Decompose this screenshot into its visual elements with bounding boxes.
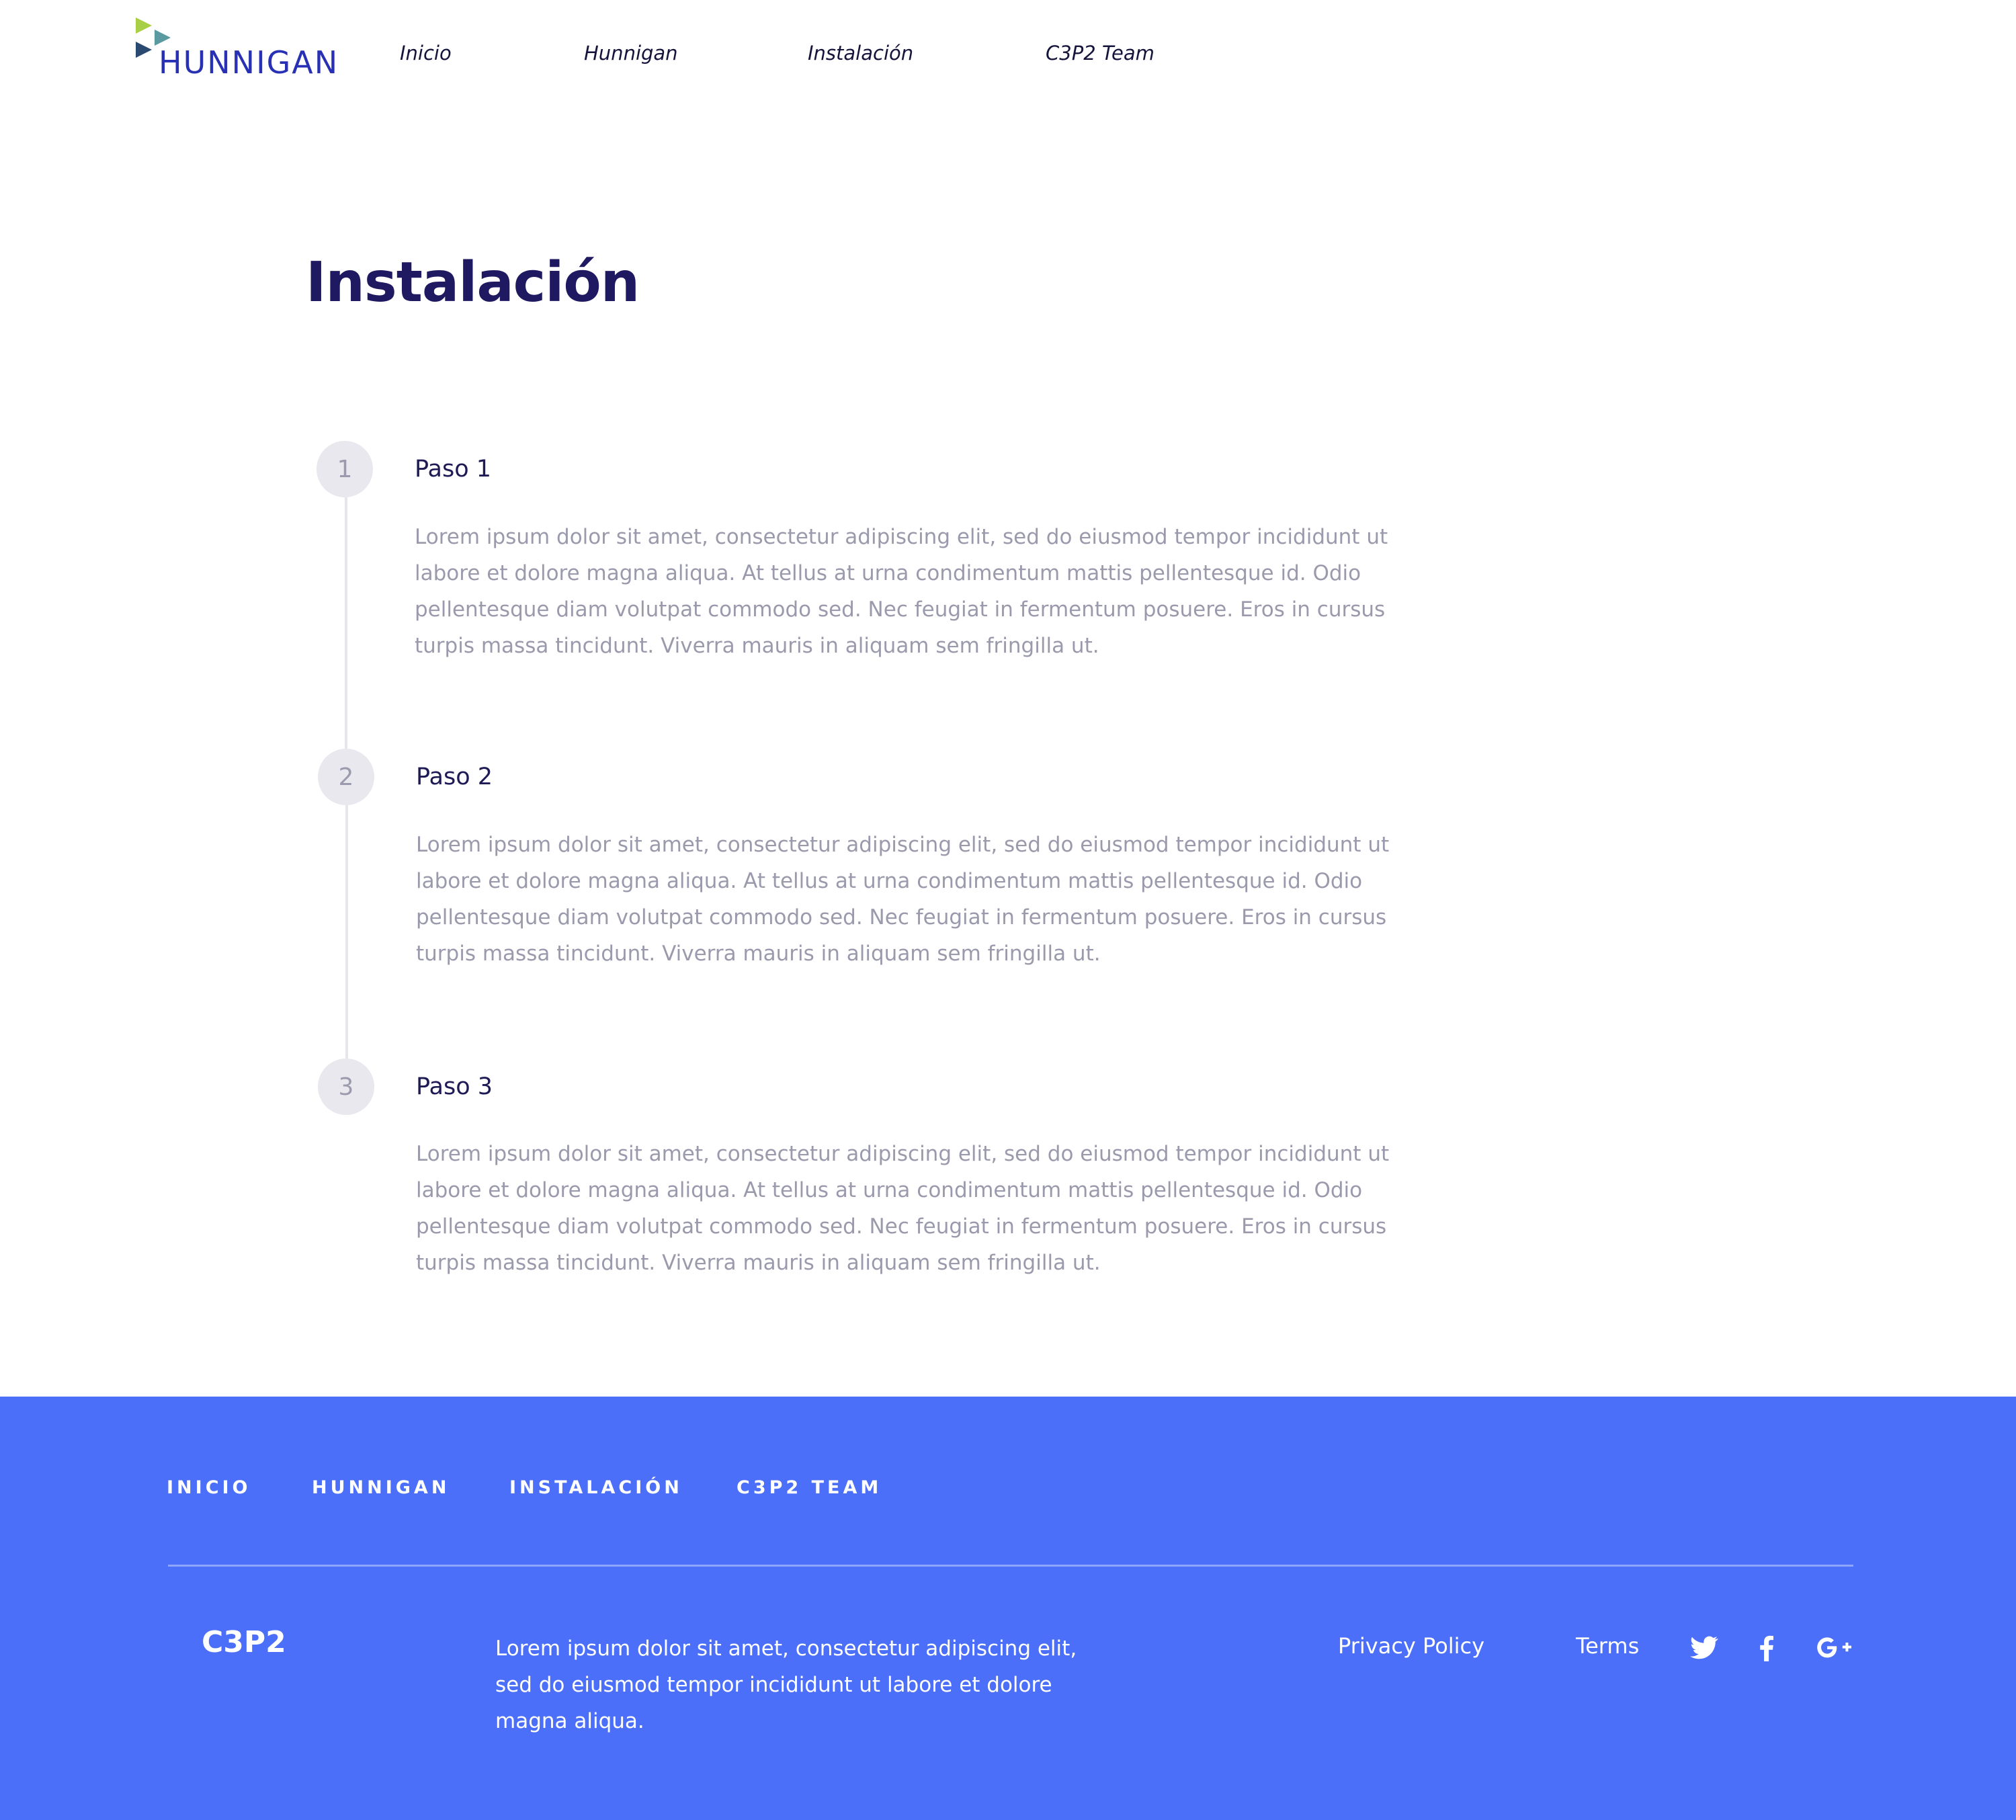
terms-link[interactable]: Terms bbox=[1576, 1633, 1639, 1659]
nav-link-inicio[interactable]: Inicio bbox=[400, 42, 452, 65]
step-number-badge: 1 bbox=[317, 441, 373, 497]
site-footer: INICIO HUNNIGAN INSTALACIÓN C3P2 TEAM C3… bbox=[0, 1397, 2016, 1820]
step-title: Paso 1 bbox=[415, 456, 492, 483]
step-number-badge: 3 bbox=[318, 1059, 374, 1115]
twitter-icon[interactable] bbox=[1687, 1630, 1720, 1664]
footer-link-inicio[interactable]: INICIO bbox=[167, 1477, 251, 1498]
site-header: HUNNIGAN Inicio Hunnigan Instalación C3P… bbox=[0, 0, 2016, 114]
step-number-badge: 2 bbox=[318, 749, 374, 805]
nav-link-hunnigan[interactable]: Hunnigan bbox=[584, 42, 678, 65]
nav-link-instalacion[interactable]: Instalación bbox=[808, 42, 913, 65]
privacy-policy-link[interactable]: Privacy Policy bbox=[1338, 1633, 1484, 1659]
footer-link-hunnigan[interactable]: HUNNIGAN bbox=[312, 1477, 450, 1498]
step-description: Lorem ipsum dolor sit amet, consectetur … bbox=[416, 1142, 1390, 1275]
timeline-line bbox=[345, 805, 348, 1061]
step-description: Lorem ipsum dolor sit amet, consectetur … bbox=[416, 833, 1390, 966]
step-title: Paso 2 bbox=[416, 763, 493, 790]
google-plus-icon[interactable] bbox=[1814, 1630, 1855, 1664]
footer-description: Lorem ipsum dolor sit amet, consectetur … bbox=[495, 1637, 1077, 1733]
facebook-icon[interactable] bbox=[1750, 1630, 1783, 1664]
footer-divider bbox=[168, 1565, 1853, 1567]
footer-link-c3p2-team[interactable]: C3P2 TEAM bbox=[737, 1477, 882, 1498]
page-title: Instalación bbox=[306, 251, 640, 315]
logo-text: HUNNIGAN bbox=[159, 44, 339, 81]
step-title: Paso 3 bbox=[416, 1073, 493, 1100]
step-description: Lorem ipsum dolor sit amet, consectetur … bbox=[415, 525, 1388, 658]
footer-brand: C3P2 bbox=[202, 1625, 286, 1659]
hunnigan-logo[interactable]: HUNNIGAN bbox=[134, 17, 337, 85]
footer-link-instalacion[interactable]: INSTALACIÓN bbox=[509, 1477, 683, 1498]
timeline-line bbox=[345, 497, 347, 753]
nav-link-c3p2-team[interactable]: C3P2 Team bbox=[1046, 42, 1154, 65]
